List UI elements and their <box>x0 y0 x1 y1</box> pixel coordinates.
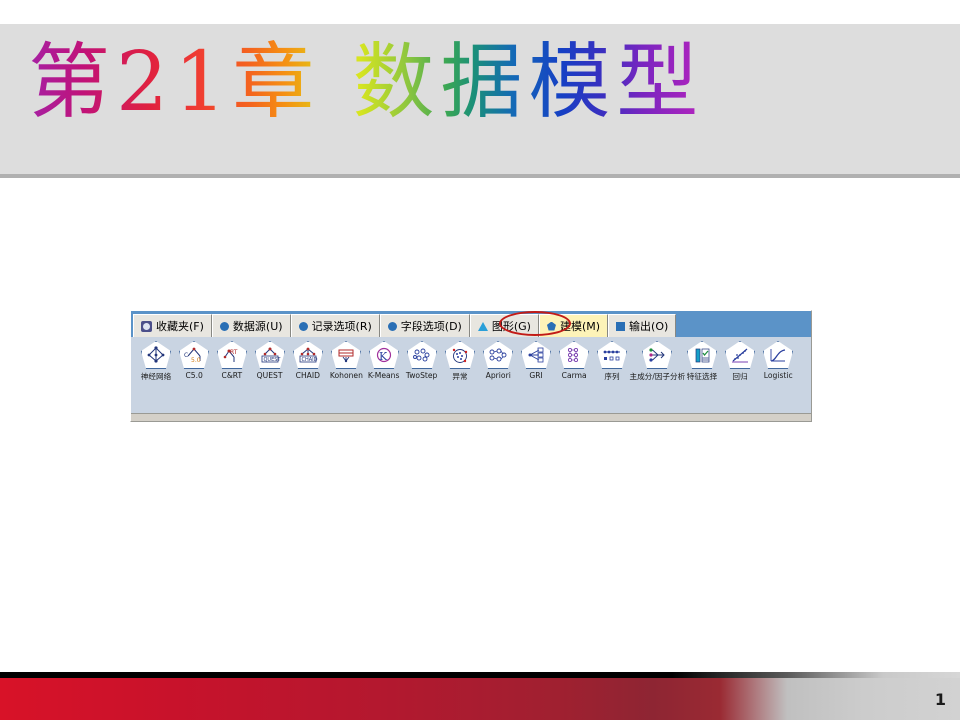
cart-node-icon: RT <box>217 341 247 369</box>
node-kmeans[interactable]: K K-Means <box>365 341 403 380</box>
apriori-node-icon <box>483 341 513 369</box>
node-label: QUEST <box>257 371 283 380</box>
node-chaid[interactable]: CHAID CHAID <box>289 341 327 380</box>
node-twostep[interactable]: TwoStep <box>403 341 441 380</box>
node-label: Carma <box>561 371 587 380</box>
palette-bottom-strip <box>131 413 811 421</box>
node-label: TwoStep <box>406 371 438 380</box>
kmeans-node-icon: K <box>369 341 399 369</box>
tab-sources[interactable]: 数据源(U) <box>211 314 291 337</box>
node-cart[interactable]: RT C&RT <box>213 341 251 380</box>
node-neural-network[interactable]: 神经网络 <box>137 341 175 382</box>
svg-text:RT: RT <box>230 349 238 356</box>
node-label: CHAID <box>295 371 321 380</box>
chaid-node-icon: CHAID <box>293 341 323 369</box>
neural-network-node-icon <box>141 341 171 369</box>
node-feature-selection[interactable]: 特征选择 <box>683 341 721 382</box>
svg-text:CHAID: CHAID <box>302 357 318 363</box>
node-sequence[interactable]: 序列 <box>593 341 631 382</box>
footer-band <box>0 678 960 720</box>
logistic-node-icon <box>763 341 793 369</box>
svg-text:K: K <box>379 350 388 363</box>
node-carma[interactable]: Carma <box>555 341 593 380</box>
carma-node-icon <box>559 341 589 369</box>
c50-node-icon: C 5.0 <box>179 341 209 369</box>
tab-output[interactable]: 输出(O) <box>608 314 677 337</box>
kohonen-node-icon <box>331 341 361 369</box>
node-label: Kohonen <box>329 371 363 380</box>
svg-text:C: C <box>184 352 188 359</box>
tab-label: 图形(G) <box>491 320 531 333</box>
page-number: 1 <box>934 690 946 709</box>
twostep-node-icon <box>407 341 437 369</box>
page-title: 第21章 数据模型 <box>28 30 704 137</box>
node-logistic[interactable]: Logistic <box>759 341 797 380</box>
node-regression[interactable]: 回归 <box>721 341 759 382</box>
node-label: 特征选择 <box>686 372 718 381</box>
tab-modeling[interactable]: 建模(M) <box>538 314 609 337</box>
square-icon <box>616 321 626 331</box>
node-label: 神经网络 <box>140 372 172 381</box>
favorites-icon <box>141 320 152 332</box>
node-gri[interactable]: GRI <box>517 341 555 380</box>
node-label: 回归 <box>732 372 748 381</box>
node-label: GRI <box>529 371 543 380</box>
tab-label: 输出(O) <box>629 320 669 333</box>
node-label: C&RT <box>221 371 243 380</box>
node-label: 主成分/因子分析 <box>629 372 685 381</box>
pentagon-icon <box>546 321 556 331</box>
svg-text:5.0: 5.0 <box>191 357 201 364</box>
tab-label: 收藏夹(F) <box>156 320 204 333</box>
node-pca-factor[interactable]: 主成分/因子分析 <box>629 341 685 382</box>
node-label: Apriori <box>485 371 511 380</box>
tab-favorites[interactable]: 收藏夹(F) <box>133 314 212 337</box>
quest-node-icon: QUEST <box>255 341 285 369</box>
modeling-node-row: 神经网络 C 5.0 C5.0 RT C&RT QUEST QUEST CHAI… <box>131 337 811 413</box>
node-label: 异常 <box>452 372 468 381</box>
slide-canvas: 第21章 数据模型 第21章 数据模型 收藏夹(F) 数据源(U) 记录选项(R… <box>0 0 960 720</box>
tab-record-ops[interactable]: 记录选项(R) <box>290 314 380 337</box>
circle-icon <box>219 321 229 331</box>
node-label: 序列 <box>604 372 620 381</box>
node-quest[interactable]: QUEST QUEST <box>251 341 289 380</box>
sequence-node-icon <box>597 341 627 369</box>
title-band: 第21章 数据模型 第21章 数据模型 <box>0 24 960 178</box>
tab-label: 建模(M) <box>559 320 601 333</box>
tab-graphs[interactable]: 图形(G) <box>469 314 539 337</box>
node-anomaly[interactable]: 异常 <box>441 341 479 382</box>
node-apriori[interactable]: Apriori <box>479 341 517 380</box>
node-label: C5.0 <box>185 371 203 380</box>
node-kohonen[interactable]: Kohonen <box>327 341 365 380</box>
tab-label: 记录选项(R) <box>311 320 372 333</box>
node-label: Logistic <box>763 371 793 380</box>
circle-icon <box>298 321 308 331</box>
pca-factor-node-icon <box>642 341 672 369</box>
node-label: K-Means <box>368 371 400 380</box>
anomaly-node-icon <box>445 341 475 369</box>
regression-node-icon <box>725 341 755 369</box>
tab-label: 数据源(U) <box>232 320 283 333</box>
node-c50[interactable]: C 5.0 C5.0 <box>175 341 213 380</box>
tab-label: 字段选项(D) <box>400 320 462 333</box>
modeler-palette-figure: 收藏夹(F) 数据源(U) 记录选项(R) 字段选项(D) 图形(G) 建模(M <box>130 310 812 422</box>
palette-tab-strip: 收藏夹(F) 数据源(U) 记录选项(R) 字段选项(D) 图形(G) 建模(M <box>131 311 811 337</box>
tab-field-ops[interactable]: 字段选项(D) <box>379 314 470 337</box>
gri-node-icon <box>521 341 551 369</box>
svg-text:QUEST: QUEST <box>264 357 282 363</box>
triangle-icon <box>477 321 488 331</box>
feature-selection-node-icon <box>687 341 717 369</box>
circle-icon <box>387 321 397 331</box>
